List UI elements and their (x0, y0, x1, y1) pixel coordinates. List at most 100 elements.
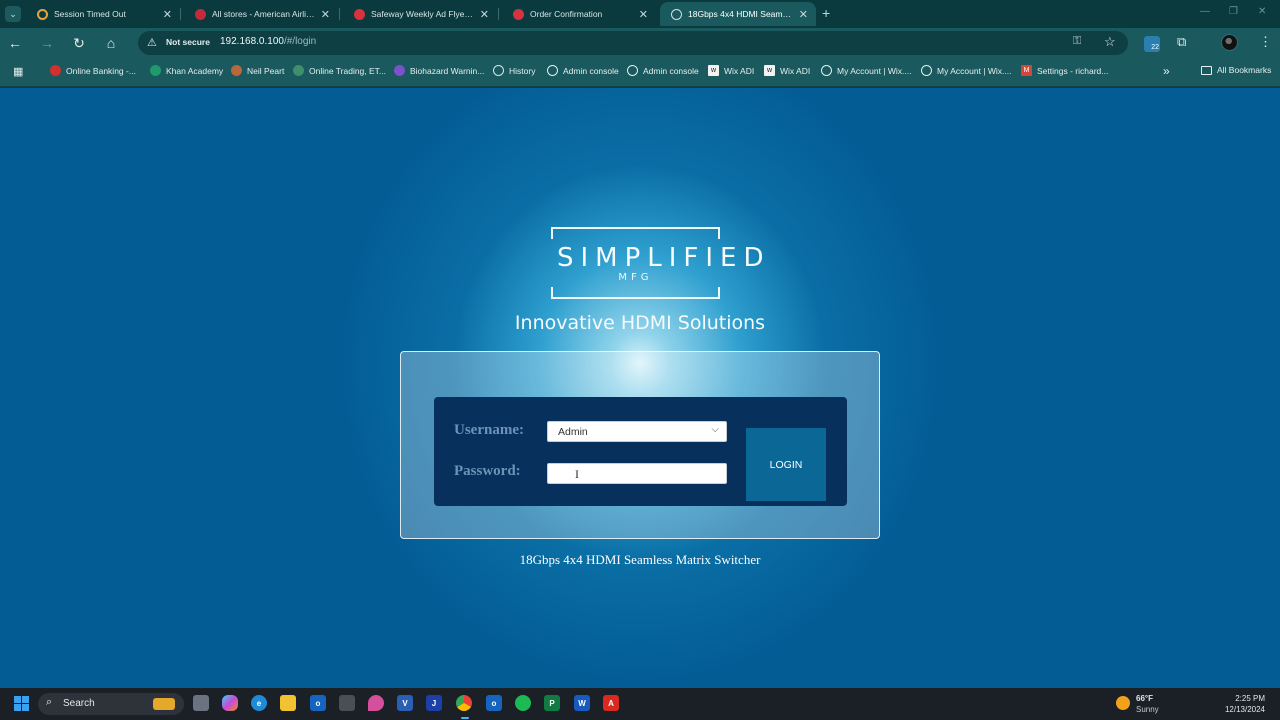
tab-search-button[interactable]: ⌄ (5, 6, 21, 22)
tab-hdmi-switcher[interactable]: 18Gbps 4x4 HDMI Seamless ✕ (660, 2, 816, 26)
tab-close-icon[interactable]: ✕ (163, 8, 172, 21)
restore-icon[interactable]: ❐ (1229, 6, 1238, 17)
bookmark-biohazard[interactable]: Biohazard Warnin... (394, 65, 484, 76)
profile-avatar[interactable] (1221, 34, 1238, 51)
bookmark-admin-console-2[interactable]: Admin console (627, 65, 699, 76)
minimize-icon[interactable]: — (1200, 6, 1210, 17)
search-highlight-icon (153, 698, 175, 710)
back-button[interactable]: ← (6, 34, 24, 52)
security-status[interactable]: Not secure (166, 37, 210, 47)
bookmark-admin-console-1[interactable]: Admin console (547, 65, 619, 76)
tab-label: Order Confirmation (530, 9, 603, 19)
password-label: Password: (454, 463, 521, 479)
snipping-tool-icon[interactable] (339, 695, 355, 711)
windows-taskbar: ⌕ Search e o V J o P W A 66°F Sunny 2:25… (0, 688, 1280, 720)
password-key-icon[interactable]: ⚿ (1073, 35, 1081, 48)
tab-american-airlines[interactable]: All stores - American Airlines ✕ (184, 2, 338, 26)
username-value: Admin (558, 426, 588, 438)
folder-icon (1201, 65, 1212, 75)
clock-time[interactable]: 2:25 PM (1215, 694, 1265, 703)
bookmark-history[interactable]: History (493, 65, 535, 76)
publisher-icon[interactable]: P (544, 695, 560, 711)
bookmark-my-account-1[interactable]: My Account | Wix.... (821, 65, 911, 76)
apps-grid-icon[interactable]: ▦ (13, 66, 25, 78)
sun-icon[interactable] (1116, 696, 1130, 710)
url-host: 192.168.0.100 (220, 36, 284, 47)
bookmark-khan-academy[interactable]: Khan Academy (150, 65, 223, 76)
bookmark-wix-adi-2[interactable]: w Wix ADI (764, 65, 810, 76)
acrobat-icon[interactable]: A (603, 695, 619, 711)
url-text[interactable]: 192.168.0.100/#/login (220, 36, 316, 47)
outlook-icon[interactable]: o (310, 695, 326, 711)
all-bookmarks-label: All Bookmarks (1217, 65, 1272, 75)
tab-divider (180, 8, 181, 20)
bookmark-my-account-2[interactable]: My Account | Wix.... (921, 65, 1011, 76)
tab-close-icon[interactable]: ✕ (799, 8, 808, 21)
extension-badge-icon[interactable]: 22 (1144, 36, 1160, 52)
login-button[interactable]: LOGIN (746, 428, 826, 501)
tab-label: All stores - American Airlines (212, 9, 315, 19)
bookmark-star-icon[interactable]: ☆ (1104, 34, 1116, 50)
bookmark-online-banking[interactable]: Online Banking -... (50, 65, 136, 76)
home-button[interactable]: ⌂ (102, 34, 120, 52)
bookmark-label: Online Banking -... (66, 65, 136, 76)
bookmark-wix-adi-1[interactable]: w Wix ADI (708, 65, 754, 76)
bookmark-online-trading[interactable]: Online Trading, ET... (293, 65, 386, 76)
bookmark-label: Online Trading, ET... (309, 65, 387, 76)
tab-close-icon[interactable]: ✕ (639, 8, 648, 21)
bookmark-label: Wix ADI (724, 65, 755, 76)
bookmark-settings[interactable]: M Settings - richard... (1021, 65, 1108, 76)
taskbar-search[interactable]: ⌕ Search (38, 693, 184, 715)
browser-toolbar: ← → ↻ ⌂ ⚠ Not secure 192.168.0.100/#/log… (0, 28, 1280, 58)
globe-icon (671, 8, 682, 20)
tab-close-icon[interactable]: ✕ (321, 8, 330, 21)
task-view-icon[interactable] (193, 695, 209, 711)
url-path: /#/login (283, 36, 317, 47)
tab-safeway-ad[interactable]: Safeway Weekly Ad Flyer - Q ✕ (343, 2, 497, 26)
bookmark-label: Khan Academy (166, 65, 224, 76)
jira-icon[interactable]: J (426, 695, 442, 711)
copilot-icon[interactable] (222, 695, 238, 711)
menu-kebab-icon[interactable]: ⋮ (1259, 34, 1272, 50)
username-select[interactable]: Admin ⌵ (547, 421, 727, 442)
chrome-icon[interactable] (456, 695, 472, 711)
tab-favicon-icon (195, 8, 206, 20)
extensions-puzzle-icon[interactable]: ⧉ (1177, 34, 1186, 50)
weather-condition[interactable]: Sunny (1136, 705, 1159, 714)
vpn-icon[interactable]: V (397, 695, 413, 711)
bookmark-favicon-icon (293, 65, 304, 76)
paint-drop-icon[interactable] (368, 695, 384, 711)
bookmark-label: My Account | Wix.... (837, 65, 912, 76)
bookmark-label: Admin console (643, 65, 699, 76)
weather-temperature[interactable]: 66°F (1136, 694, 1153, 703)
wix-icon: w (708, 65, 719, 76)
account-icon (921, 65, 932, 76)
warning-icon[interactable]: ⚠ (147, 36, 157, 49)
all-bookmarks-button[interactable]: All Bookmarks (1201, 65, 1271, 75)
tab-label: 18Gbps 4x4 HDMI Seamless (688, 9, 793, 19)
address-bar[interactable]: ⚠ Not secure 192.168.0.100/#/login ⚿ ☆ (138, 31, 1128, 55)
new-tab-button[interactable]: + (822, 5, 830, 21)
tab-favicon-icon (37, 8, 48, 20)
bookmark-neil-peart[interactable]: Neil Peart (231, 65, 284, 76)
file-explorer-icon[interactable] (280, 695, 296, 711)
reload-button[interactable]: ↻ (70, 34, 88, 52)
password-input[interactable]: I (547, 463, 727, 484)
clock-date[interactable]: 12/13/2024 (1200, 705, 1265, 714)
edge-icon[interactable]: e (251, 695, 267, 711)
tab-session-timed-out[interactable]: Session Timed Out ✕ (26, 2, 180, 26)
forward-button[interactable]: → (38, 34, 56, 52)
extension-badge-count: 22 (1151, 44, 1159, 51)
history-clock-icon (493, 65, 504, 76)
taskbar-search-label: Search (63, 698, 95, 709)
tab-close-icon[interactable]: ✕ (480, 8, 489, 21)
windows-start-icon[interactable] (14, 696, 29, 711)
more-bookmarks-chevron-icon[interactable]: » (1163, 64, 1170, 78)
word-icon[interactable]: W (574, 695, 590, 711)
close-window-icon[interactable]: ✕ (1258, 6, 1266, 17)
username-label: Username: (454, 422, 524, 438)
outlook-new-icon[interactable]: o (486, 695, 502, 711)
spotify-icon[interactable] (515, 695, 531, 711)
tab-order-confirmation[interactable]: Order Confirmation ✕ (502, 2, 656, 26)
login-page: SIMPLIFIED MFG Innovative HDMI Solutions… (0, 88, 1280, 688)
